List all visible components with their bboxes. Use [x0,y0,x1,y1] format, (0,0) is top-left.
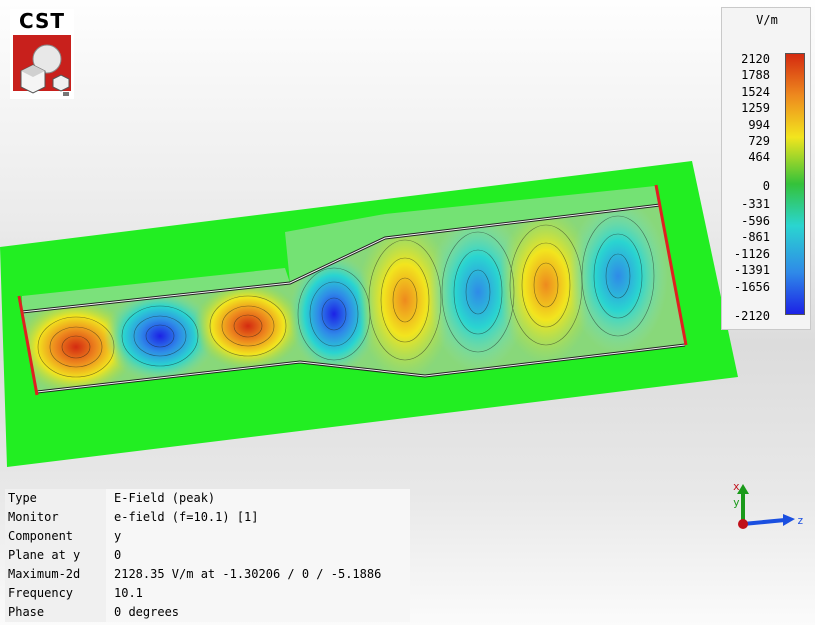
legend-tick: 464 [748,150,770,164]
legend-tick: 0 [762,179,770,193]
legend-tick: -861 [741,230,770,244]
info-row: Phase 0 degrees [5,603,410,622]
info-label: Component [5,527,106,546]
color-legend: V/m 2120 1788 1524 1259 994 729 464 0 -331 -596 -8… [721,7,811,330]
info-row: Type E-Field (peak) [5,489,410,508]
field-plot-viewport[interactable] [0,0,815,480]
info-label: Phase [5,603,106,622]
legend-tick: 1788 [741,68,770,82]
colorbar [785,53,805,315]
info-value: 0 [106,546,410,565]
info-value: E-Field (peak) [106,489,410,508]
axes-triad: x y z [733,480,804,529]
info-row: Maximum-2d 2128.35 V/m at -1.30206 / 0 / … [5,565,410,584]
info-row: Monitor e-field (f=10.1) [1] [5,508,410,527]
legend-tick: 729 [748,134,770,148]
info-label: Frequency [5,584,106,603]
legend-tick: -331 [741,197,770,211]
legend-tick: -596 [741,214,770,228]
axis-x-label: x [733,480,740,493]
info-value: 0 degrees [106,603,410,622]
axis-y-label: y [733,496,740,509]
info-value: 2128.35 V/m at -1.30206 / 0 / -5.1886 [106,565,410,584]
info-value: y [106,527,410,546]
info-label: Type [5,489,106,508]
info-row: Plane at y0 [5,546,410,565]
info-label: Plane at y [5,546,106,565]
legend-tick: 1259 [741,101,770,115]
info-value: e-field (f=10.1) [1] [106,508,410,527]
legend-tick: 994 [748,118,770,132]
info-label: Maximum-2d [5,565,106,584]
legend-tick: 1524 [741,85,770,99]
legend-tick: -2120 [733,309,770,323]
legend-tick: -1391 [733,263,770,277]
legend-tick: -1126 [733,247,770,261]
legend-tick: 2120 [741,52,770,66]
info-panel: Type E-Field (peak) Monitor e-field (f=10.1… [5,489,410,622]
info-label: Monitor [5,508,106,527]
info-row: Component y [5,527,410,546]
info-value: 10.1 [106,584,410,603]
legend-unit: V/m [756,13,778,27]
info-row: Frequency 10.1 [5,584,410,603]
legend-tick: -1656 [733,280,770,294]
axis-z-label: z [797,514,804,527]
